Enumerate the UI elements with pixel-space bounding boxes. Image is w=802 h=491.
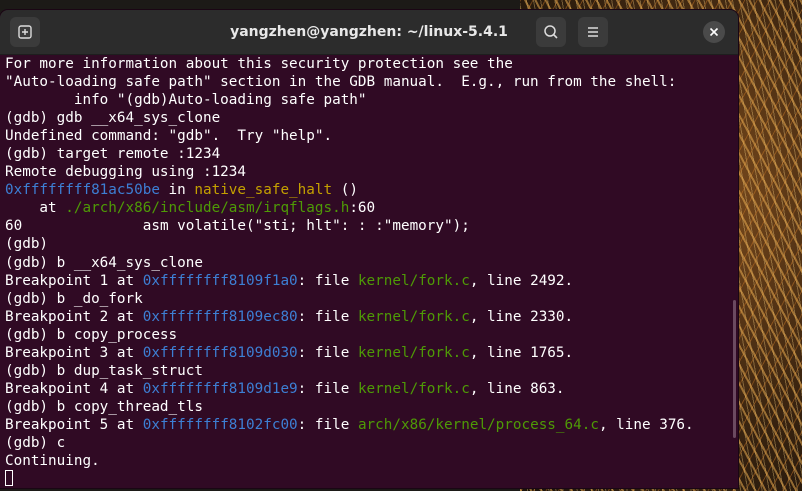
terminal-text: in [159,182,195,199]
source-path: kernel/fork.c [357,380,470,397]
terminal-text: Breakpoint 5 at [5,416,143,433]
terminal-text: Breakpoint 4 at [5,380,143,397]
window-title: yangzhen@yangzhen: ~/linux-5.4.1 [230,24,508,40]
terminal-line: (gdb) c [5,434,738,452]
terminal-line: (gdb) b __x64_sys_clone [5,254,738,272]
terminal-line: Undefined command: "gdb". Try "help". [5,127,738,145]
terminal-text: () [332,182,358,199]
terminal-text: 60 asm volatile("sti; hlt": : :"memory")… [5,218,470,235]
terminal-line: 60 asm volatile("sti; hlt": : :"memory")… [5,217,738,235]
terminal-line: For more information about this security… [5,55,738,73]
memory-address: 0xffffffff8109d030 [142,344,298,361]
terminal-text: (gdb) b copy_process [5,326,178,343]
terminal-text: Undefined command: "gdb". Try "help". [5,128,333,145]
terminal-line: Breakpoint 4 at 0xffffffff8109d1e9: file… [5,380,738,398]
title-bar[interactable]: yangzhen@yangzhen: ~/linux-5.4.1 [0,10,738,55]
terminal-text: , line 1765. [469,344,574,361]
terminal-line: (gdb) b dup_task_struct [5,362,738,380]
search-button[interactable] [536,17,566,47]
source-path: kernel/fork.c [357,308,470,325]
terminal-text: , line 376. [598,416,694,433]
terminal-text: : file [297,380,358,397]
terminal-text: Breakpoint 2 at [5,308,143,325]
source-path: ./arch/x86/include/asm/irqflags.h [65,200,350,217]
terminal-text: :60 [349,200,376,217]
terminal-text: (gdb) target remote :1234 [5,146,221,163]
hamburger-menu-icon [588,27,598,37]
terminal-output[interactable]: For more information about this security… [0,54,738,488]
menu-button[interactable] [578,17,608,47]
terminal-line: Breakpoint 1 at 0xffffffff8109f1a0: file… [5,272,738,290]
terminal-text: at [5,200,66,217]
search-icon [544,25,558,39]
terminal-text: (gdb) b _do_fork [5,290,143,307]
terminal-line: (gdb) b copy_process [5,326,738,344]
terminal-text: : file [297,308,358,325]
terminal-line: Breakpoint 3 at 0xffffffff8109d030: file… [5,344,738,362]
terminal-text: info "(gdb)Auto-loading safe path" [5,92,367,109]
memory-address: 0xffffffff8102fc00 [142,416,298,433]
terminal-text: "Auto-loading safe path" section in the … [5,74,677,91]
terminal-line: 0xffffffff81ac50be in native_safe_halt (… [5,181,738,199]
terminal-text: Breakpoint 3 at [5,344,143,361]
terminal-text: Breakpoint 1 at [5,272,143,289]
terminal-text: , line 863. [469,380,565,397]
terminal-text: Remote debugging using :1234 [5,164,247,181]
terminal-line: at ./arch/x86/include/asm/irqflags.h:60 [5,199,738,217]
memory-address: 0xffffffff8109f1a0 [142,272,298,289]
terminal-text: (gdb) [5,236,49,253]
terminal-text: (gdb) b __x64_sys_clone [5,254,203,271]
close-icon [709,27,719,37]
memory-address: 0xffffffff8109d1e9 [142,380,298,397]
terminal-line: Remote debugging using :1234 [5,163,738,181]
terminal-line: "Auto-loading safe path" section in the … [5,73,738,91]
source-path: kernel/fork.c [357,272,470,289]
text-cursor [5,470,13,487]
terminal-text: For more information about this security… [5,56,513,72]
terminal-text: : file [297,344,358,361]
terminal-line: (gdb) b copy_thread_tls [5,398,738,416]
terminal-line: Breakpoint 5 at 0xffffffff8102fc00: file… [5,416,738,434]
scrollbar[interactable] [733,300,736,438]
memory-address: 0xffffffff8109ec80 [142,308,298,325]
terminal-text: : file [297,416,358,433]
function-name: native_safe_halt [194,182,333,199]
terminal-text: , line 2330. [469,308,574,325]
terminal-line: (gdb) b _do_fork [5,290,738,308]
prompt-line[interactable] [5,470,738,488]
terminal-text: Continuing. [5,453,100,470]
terminal-line: (gdb) gdb __x64_sys_clone [5,109,738,127]
terminal-line: (gdb) [5,235,738,253]
terminal-line: info "(gdb)Auto-loading safe path" [5,91,738,109]
terminal-window: yangzhen@yangzhen: ~/linux-5.4.1 For mor… [0,10,738,488]
terminal-line: Continuing. [5,452,738,470]
terminal-text: (gdb) b copy_thread_tls [5,398,203,415]
close-button[interactable] [703,21,725,43]
terminal-text: (gdb) gdb __x64_sys_clone [5,110,221,127]
source-path: kernel/fork.c [357,344,470,361]
terminal-line: (gdb) target remote :1234 [5,145,738,163]
terminal-text: (gdb) c [5,434,66,451]
terminal-text: , line 2492. [469,272,574,289]
terminal-line: Breakpoint 2 at 0xffffffff8109ec80: file… [5,308,738,326]
terminal-text: (gdb) b dup_task_struct [5,362,203,379]
source-path: arch/x86/kernel/process_64.c [357,416,599,433]
terminal-text: : file [297,272,358,289]
memory-address: 0xffffffff81ac50be [5,182,160,199]
